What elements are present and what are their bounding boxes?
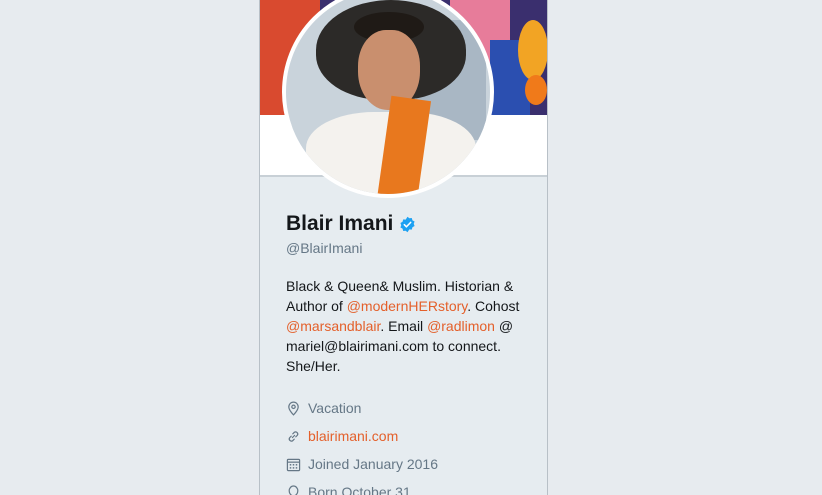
banner-art [518,20,547,80]
profile-name[interactable]: Blair Imani [286,212,393,236]
website-row: blairimani.com [286,422,536,450]
joined-row: Joined January 2016 [286,450,536,478]
location-row: Vacation [286,394,536,422]
name-row: Blair Imani [286,210,536,238]
verified-badge-icon [400,216,415,232]
link-icon [288,430,299,442]
bio-mention-link[interactable]: @radlimon [427,318,495,334]
birthday-row: Born October 31 [286,478,536,495]
profile-bio: Black & Queen& Muslim. Historian & Autho… [286,276,536,376]
location-text: Vacation [308,400,362,416]
website-link[interactable]: blairimani.com [308,428,398,444]
location-pin-icon [288,401,299,416]
profile-handle[interactable]: @BlairImani [286,240,536,256]
profile-card: Blair Imani @BlairImani Black & Queen& M… [259,0,548,495]
bio-mention-link[interactable]: @marsandblair [286,318,380,334]
joined-text: Joined January 2016 [308,456,438,472]
birthday-text: Born October 31 [308,484,411,495]
bio-text: . Email [380,318,428,334]
profile-info: Blair Imani @BlairImani Black & Queen& M… [286,210,536,495]
bio-mention-link[interactable]: @modernHERstory [347,298,468,314]
balloon-icon [288,484,299,495]
bio-text: . Cohost [467,298,520,314]
calendar-icon [286,458,301,471]
profile-meta: Vacation blairimani.com Joined January 2… [286,394,536,495]
avatar[interactable] [282,0,494,198]
banner-art [525,75,547,105]
